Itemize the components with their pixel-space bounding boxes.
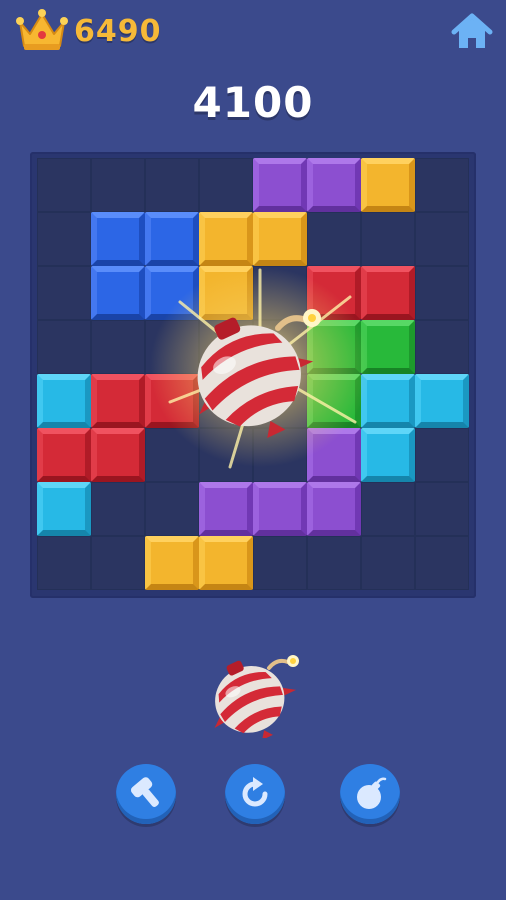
block-yellow (199, 536, 253, 590)
board-cell[interactable] (307, 212, 361, 266)
bomb-icon (197, 309, 321, 438)
board-cell[interactable] (145, 482, 199, 536)
board-cell[interactable] (37, 536, 91, 590)
block-green (361, 320, 415, 374)
board-cell[interactable] (37, 320, 91, 374)
bomb-tool-button[interactable] (340, 764, 400, 824)
board-cell[interactable] (253, 536, 307, 590)
block-red (361, 266, 415, 320)
board-cell[interactable] (91, 482, 145, 536)
top-bar: 6490 (0, 0, 506, 70)
block-cyan (37, 374, 91, 428)
block-yellow (361, 158, 415, 212)
block-red (37, 428, 91, 482)
block-cyan (361, 374, 415, 428)
board-cell[interactable] (91, 536, 145, 590)
board-cell[interactable] (91, 320, 145, 374)
current-score: 4100 (192, 78, 314, 127)
bomb-piece[interactable] (203, 648, 303, 738)
best-score-value: 6490 (74, 13, 162, 49)
hammer-icon (130, 777, 159, 807)
board-cell[interactable] (37, 158, 91, 212)
crown-icon (16, 9, 68, 50)
board-cell[interactable] (415, 428, 469, 482)
refresh-tool-button[interactable] (225, 764, 285, 824)
block-purple (307, 482, 361, 536)
board-cell[interactable] (415, 482, 469, 536)
block-blue (91, 266, 145, 320)
block-cyan (415, 374, 469, 428)
refresh-icon (242, 777, 268, 807)
tool-bar (0, 764, 506, 828)
block-blue (145, 212, 199, 266)
home-button[interactable] (450, 10, 494, 54)
block-yellow (253, 212, 307, 266)
board-cell[interactable] (361, 536, 415, 590)
block-cyan (37, 482, 91, 536)
block-cyan (361, 428, 415, 482)
block-yellow (199, 212, 253, 266)
board-cell[interactable] (415, 320, 469, 374)
block-purple (253, 482, 307, 536)
block-purple (199, 482, 253, 536)
board-cell[interactable] (415, 158, 469, 212)
board-cell[interactable] (145, 158, 199, 212)
block-purple (307, 158, 361, 212)
home-icon (451, 13, 493, 48)
board-cell[interactable] (37, 266, 91, 320)
board-cell[interactable] (37, 212, 91, 266)
block-yellow (145, 536, 199, 590)
board-cell[interactable] (415, 212, 469, 266)
board-cell[interactable] (415, 536, 469, 590)
board-cell[interactable] (361, 212, 415, 266)
block-red (91, 428, 145, 482)
board-cell[interactable] (415, 266, 469, 320)
block-blue (91, 212, 145, 266)
block-red (91, 374, 145, 428)
board-cell[interactable] (91, 158, 145, 212)
bomb-icon (357, 777, 387, 809)
board-cell[interactable] (307, 536, 361, 590)
block-purple (253, 158, 307, 212)
best-score: 6490 (14, 8, 162, 54)
hammer-tool-button[interactable] (116, 764, 176, 824)
board-cell[interactable] (361, 482, 415, 536)
board-cell[interactable] (199, 158, 253, 212)
